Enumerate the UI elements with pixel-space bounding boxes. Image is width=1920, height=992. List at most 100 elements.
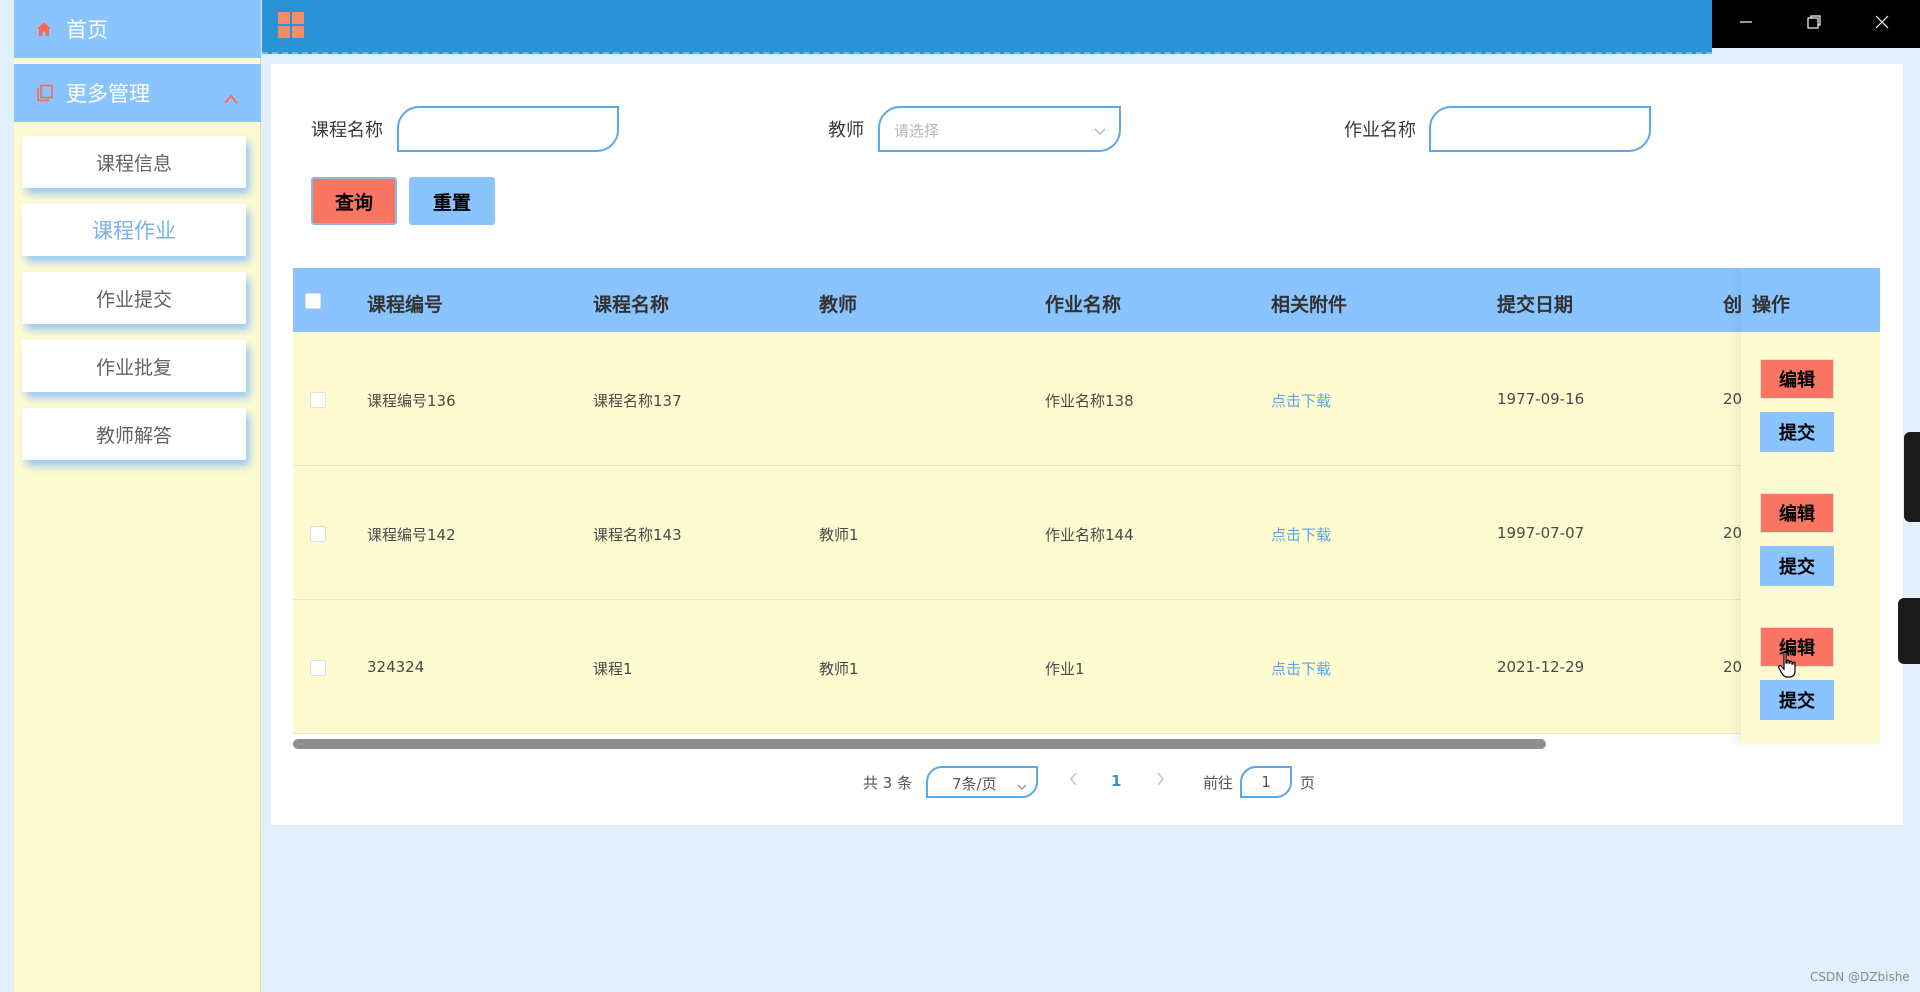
cell-course-name: 课程名称143 [593, 526, 682, 544]
cell-submit-date: 2021-12-29 [1497, 658, 1585, 676]
sidebar-item-course-info[interactable]: 课程信息 [22, 136, 246, 188]
cell-submit-date: 1997-07-07 [1497, 524, 1585, 542]
table-row: 课程编号142 课程名称143 教师1 作业名称144 点击下载 1997-07… [293, 466, 1880, 600]
column-submit-date[interactable]: 提交日期 [1497, 290, 1573, 317]
teacher-select[interactable]: 请选择 [878, 106, 1121, 152]
column-operations-header: 操作 [1741, 268, 1880, 332]
select-all-checkbox[interactable] [305, 293, 321, 309]
hand-pointer-icon [1778, 651, 1800, 683]
submit-button[interactable]: 提交 [1760, 546, 1834, 586]
table-header: 课程编号 课程名称 教师 作业名称 相关附件 提交日期 创 [293, 268, 1880, 332]
download-link[interactable]: 点击下载 [1271, 658, 1331, 679]
minimize-button[interactable] [1712, 0, 1780, 48]
cell-created: 20 [1723, 524, 1743, 542]
page-size-select[interactable]: 7条/页 [926, 766, 1038, 798]
chevron-down-icon [1016, 777, 1028, 796]
download-link[interactable]: 点击下载 [1271, 390, 1331, 411]
column-attachment[interactable]: 相关附件 [1271, 290, 1347, 317]
homework-name-label: 作业名称 [1344, 120, 1416, 141]
next-page-icon[interactable] [1153, 769, 1167, 793]
sidebar-item-homework-reply[interactable]: 作业批复 [22, 340, 246, 392]
app-window: 首页 更多管理 课程信息 课程作业 作业提交 作业批复 教师解答 课程名称 教师… [0, 0, 1920, 992]
edit-button[interactable]: 编辑 [1760, 359, 1834, 399]
prev-page-icon[interactable] [1067, 769, 1081, 793]
teacher-select-placeholder: 请选择 [894, 122, 940, 140]
sidebar-item-teacher-answer[interactable]: 教师解答 [22, 408, 246, 460]
copy-icon [36, 84, 54, 102]
nav-more-management[interactable]: 更多管理 [14, 64, 261, 122]
sidebar-item-course-homework[interactable]: 课程作业 [22, 204, 246, 256]
window-scroll-indicator[interactable] [1898, 598, 1920, 664]
current-page[interactable]: 1 [1111, 772, 1121, 790]
sidebar-item-label: 课程作业 [92, 219, 176, 243]
cell-homework-name: 作业名称144 [1045, 526, 1134, 544]
grid-menu-icon[interactable] [278, 12, 304, 38]
restore-button[interactable] [1780, 0, 1848, 48]
course-name-label: 课程名称 [311, 120, 383, 141]
column-teacher[interactable]: 教师 [819, 290, 857, 317]
cell-homework-name: 作业1 [1045, 660, 1085, 678]
row-checkbox[interactable] [310, 660, 326, 676]
window-scroll-indicator[interactable] [1904, 432, 1920, 522]
column-homework-name[interactable]: 作业名称 [1045, 290, 1121, 317]
cell-course-name: 课程1 [593, 660, 633, 678]
table-row: 课程编号136 课程名称137 作业名称138 点击下载 1977-09-16 … [293, 332, 1880, 466]
cell-homework-name: 作业名称138 [1045, 392, 1134, 410]
column-course-name[interactable]: 课程名称 [593, 290, 669, 317]
column-course-no[interactable]: 课程编号 [367, 290, 443, 317]
submit-button[interactable]: 提交 [1760, 680, 1834, 720]
row-checkbox[interactable] [310, 392, 326, 408]
restore-icon [1806, 14, 1822, 34]
edit-button[interactable]: 编辑 [1760, 493, 1834, 533]
teacher-label: 教师 [828, 120, 864, 141]
column-created[interactable]: 创 [1723, 290, 1742, 317]
sidebar-item-label: 教师解答 [95, 424, 172, 447]
chevron-up-icon[interactable] [223, 86, 239, 110]
table-horizontal-scrollbar[interactable] [293, 739, 1880, 749]
cell-course-no: 课程编号136 [367, 392, 456, 410]
operations-column: 操作 编辑 提交 编辑 提交 编辑 提交 [1741, 268, 1880, 744]
chevron-down-icon [1093, 122, 1107, 141]
nav-home-label: 首页 [66, 18, 108, 42]
cell-created: 20 [1723, 658, 1743, 676]
sidebar: 首页 更多管理 课程信息 课程作业 作业提交 作业批复 教师解答 [14, 0, 261, 992]
close-icon [1874, 14, 1890, 34]
goto-page-input[interactable]: 1 [1240, 766, 1292, 798]
row-checkbox[interactable] [310, 526, 326, 542]
sidebar-item-homework-submit[interactable]: 作业提交 [22, 272, 246, 324]
column-operations: 操作 [1752, 294, 1791, 316]
scrollbar-thumb[interactable] [293, 739, 1546, 749]
minimize-icon [1738, 14, 1754, 34]
close-button[interactable] [1848, 0, 1916, 48]
cell-course-no: 课程编号142 [367, 526, 456, 544]
cell-course-no: 324324 [367, 658, 425, 676]
homework-table: 课程编号 课程名称 教师 作业名称 相关附件 提交日期 创 课程编号136 课程… [293, 268, 1880, 748]
watermark: CSDN @DZbishe [1810, 970, 1910, 984]
main-panel: 课程名称 教师 请选择 作业名称 查询 重置 课程编号 课程名称 教师 作业名称… [271, 64, 1903, 825]
goto-label: 前往 [1203, 774, 1234, 792]
homework-name-input[interactable] [1429, 106, 1651, 152]
query-button[interactable]: 查询 [311, 177, 397, 225]
submit-button[interactable]: 提交 [1760, 412, 1834, 452]
nav-more-label: 更多管理 [66, 82, 150, 106]
course-name-input[interactable] [397, 106, 619, 152]
top-bar [262, 0, 1712, 54]
page-size-value: 7条/页 [952, 775, 997, 793]
table-row: 324324 课程1 教师1 作业1 点击下载 2021-12-29 20 [293, 600, 1880, 734]
window-controls [1712, 0, 1920, 48]
cell-teacher: 教师1 [819, 526, 859, 544]
home-icon [36, 20, 54, 38]
download-link[interactable]: 点击下载 [1271, 524, 1331, 545]
pagination-total: 共 3 条 [863, 774, 913, 792]
sidebar-item-label: 作业批复 [95, 356, 172, 379]
sidebar-item-label: 课程信息 [95, 152, 172, 175]
cell-course-name: 课程名称137 [593, 392, 682, 410]
reset-button[interactable]: 重置 [409, 177, 495, 225]
page-suffix: 页 [1300, 774, 1316, 792]
cell-teacher: 教师1 [819, 660, 859, 678]
goto-page-value: 1 [1261, 773, 1271, 791]
sidebar-item-label: 作业提交 [95, 288, 172, 311]
cell-submit-date: 1977-09-16 [1497, 390, 1585, 408]
nav-home[interactable]: 首页 [14, 0, 261, 58]
cell-created: 20 [1723, 390, 1743, 408]
